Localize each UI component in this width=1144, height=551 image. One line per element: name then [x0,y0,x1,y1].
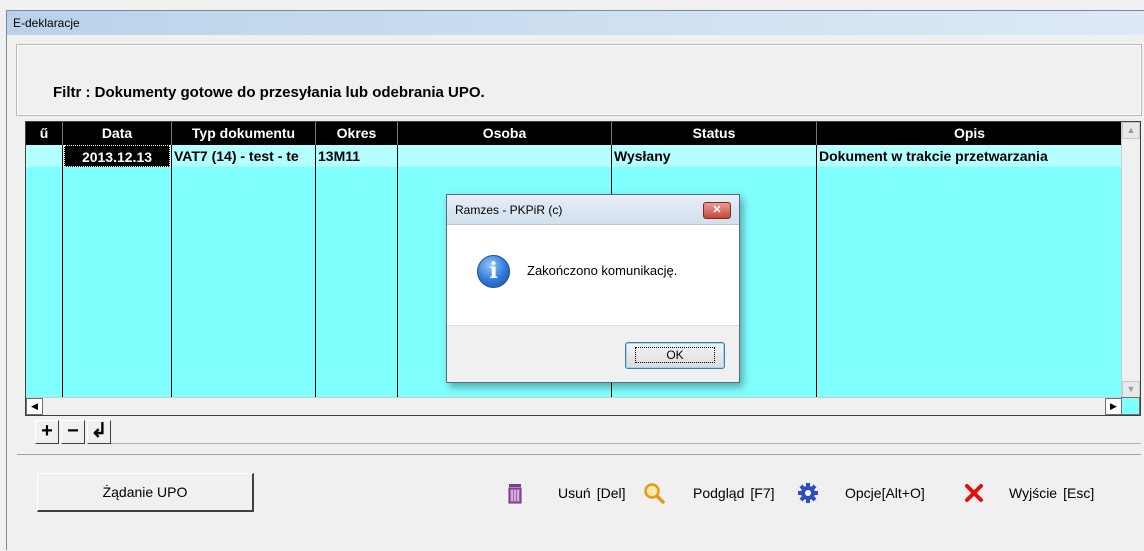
delete-button[interactable]: Usuń [Del] [504,473,625,512]
delete-button-key: [Del] [596,484,626,501]
scroll-left-arrow-icon[interactable]: ◀ [26,398,43,415]
dialog-message: Zakończono komunikację. [527,263,678,278]
cell-status[interactable]: Wysłany [612,145,816,167]
filter-panel: Filtr : Dokumenty gotowe do przesyłania … [16,44,1142,116]
horizontal-scrollbar[interactable]: ◀ ▶ [26,397,1122,415]
dialog-titlebar: Ramzes - PKPiR (c) ✕ [447,195,739,225]
ok-button[interactable]: OK [625,342,725,369]
table-row[interactable]: 2013.12.13 VAT7 (14) - test - te 13M11 W… [26,145,1122,167]
cell-osoba[interactable] [398,145,611,167]
exit-button-label: Wyjście [1009,484,1058,501]
magnifier-icon [643,482,665,504]
scroll-up-arrow-icon[interactable]: ▲ [1122,122,1140,139]
scroll-right-arrow-icon[interactable]: ▶ [1105,398,1122,415]
preview-button-key: [F7] [750,484,775,501]
gear-icon [797,482,819,504]
dialog-body: i Zakończono komunikację. [447,225,739,325]
grid-column-divider [397,145,398,397]
info-icon: i [477,255,510,288]
add-record-button[interactable]: + [35,420,59,444]
nav-divider [111,443,1141,444]
trash-icon [504,482,526,504]
cell-data[interactable]: 2013.12.13 [64,145,170,167]
vertical-scrollbar[interactable]: ▲ ▼ [1121,122,1140,398]
grid-column-divider [816,145,817,397]
cell-opis[interactable]: Dokument w trakcie przetwarzania [817,145,1121,167]
preview-button[interactable]: Podgląd [F7] [643,473,775,512]
request-upo-button[interactable]: Żądanie UPO [37,473,254,512]
grid-column-divider [62,145,63,397]
delete-record-button[interactable]: − [61,420,85,444]
cell-okres[interactable]: 13M11 [316,145,397,167]
options-button-label: Opcje[Alt+O] [845,484,925,501]
grid-column-divider [171,145,172,397]
delete-button-label: Usuń [558,484,591,501]
options-button[interactable]: Opcje[Alt+O] [797,473,925,512]
grid-header: ű Data Typ dokumentu Okres Osoba Status … [26,122,1122,145]
exit-button-key: [Esc] [1063,484,1095,501]
info-dialog: Ramzes - PKPiR (c) ✕ i Zakończono komuni… [446,194,740,383]
scroll-down-arrow-icon[interactable]: ▼ [1122,381,1140,398]
ok-button-label: OK [635,347,715,363]
col-header-marker[interactable]: ű [26,122,63,145]
close-icon[interactable]: ✕ [703,202,731,219]
cell-typ-dokumentu[interactable]: VAT7 (14) - test - te [172,145,315,167]
col-header-status[interactable]: Status [612,122,817,145]
dialog-footer: OK [447,325,739,382]
col-header-typ[interactable]: Typ dokumentu [172,122,316,145]
col-header-okres[interactable]: Okres [316,122,398,145]
post-record-button[interactable]: ↲ [87,420,111,444]
col-header-opis[interactable]: Opis [817,122,1122,145]
grid-column-divider [315,145,316,397]
filter-label: Filtr : Dokumenty gotowe do przesyłania … [53,84,485,101]
col-header-data[interactable]: Data [63,122,172,145]
preview-button-label: Podgląd [693,484,745,501]
bottom-toolbar: Żądanie UPO Usuń [Del] Podgląd [F7] Opcj… [17,454,1141,538]
col-header-osoba[interactable]: Osoba [398,122,612,145]
red-x-icon [963,482,985,504]
dialog-title: Ramzes - PKPiR (c) [455,203,563,217]
scrollbar-corner [1121,397,1140,415]
exit-button[interactable]: Wyjście [Esc] [963,473,1094,512]
window-title: E-deklaracje [7,11,1144,35]
